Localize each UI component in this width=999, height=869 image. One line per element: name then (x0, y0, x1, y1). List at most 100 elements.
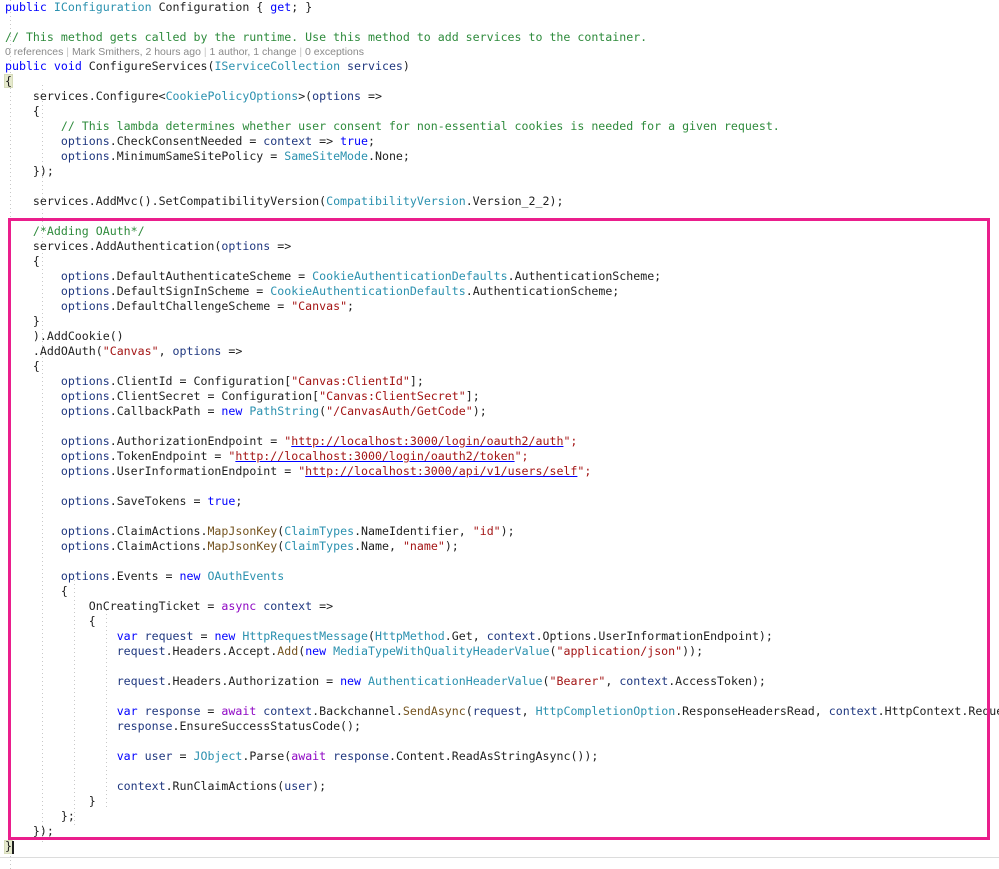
code-line[interactable]: /*Adding OAuth*/ (0, 224, 999, 239)
code-indent (5, 224, 33, 238)
codelens-exceptions[interactable]: 0 exceptions (305, 46, 364, 58)
code-token: ( (368, 629, 375, 643)
code-token: Add (277, 644, 298, 658)
code-line[interactable] (0, 179, 999, 194)
code-line[interactable]: // This method gets called by the runtim… (0, 30, 999, 45)
code-line[interactable]: var user = JObject.Parse(await response.… (0, 749, 999, 764)
code-line[interactable] (0, 419, 999, 434)
code-line[interactable]: options.DefaultAuthenticateScheme = Cook… (0, 269, 999, 284)
code-line[interactable]: options.ClaimActions.MapJsonKey(ClaimTyp… (0, 524, 999, 539)
code-token: OnCreatingTicket = (89, 599, 222, 613)
code-line[interactable] (0, 509, 999, 524)
code-link[interactable]: http://localhost:3000/login/oauth2/token (235, 449, 514, 463)
code-line[interactable]: } (0, 794, 999, 809)
code-line[interactable]: { (0, 584, 999, 599)
code-token: .AccessToken); (668, 674, 766, 688)
code-token: CookiePolicyOptions (166, 89, 299, 103)
code-token: ClaimTypes (284, 524, 354, 538)
code-line[interactable]: options.MinimumSameSitePolicy = SameSite… (0, 149, 999, 164)
code-line[interactable]: options.ClientId = Configuration["Canvas… (0, 374, 999, 389)
code-line[interactable]: { (0, 74, 999, 89)
code-line[interactable] (0, 554, 999, 569)
code-line[interactable]: var request = new HttpRequestMessage(Htt… (0, 629, 999, 644)
code-line[interactable]: options.CheckConsentNeeded = context => … (0, 134, 999, 149)
code-token: }); (33, 824, 54, 838)
code-line[interactable]: { (0, 359, 999, 374)
code-line[interactable] (0, 659, 999, 674)
code-token: = (200, 704, 221, 718)
code-token: .Content.ReadAsStringAsync()); (389, 749, 598, 763)
code-token: ) (403, 59, 410, 73)
code-indent (5, 749, 117, 763)
code-token: options (61, 539, 110, 553)
code-line[interactable] (0, 734, 999, 749)
code-indent (5, 599, 89, 613)
code-line[interactable]: OnCreatingTicket = async context => (0, 599, 999, 614)
code-line[interactable]: request.Headers.Authorization = new Auth… (0, 674, 999, 689)
code-line[interactable]: } (0, 314, 999, 329)
code-token: IConfiguration (54, 0, 159, 14)
code-line[interactable]: var response = await context.Backchannel… (0, 704, 999, 719)
code-line[interactable]: public IConfiguration Configuration { ge… (0, 0, 999, 15)
code-line[interactable]: .AddOAuth("Canvas", options => (0, 344, 999, 359)
code-line[interactable] (0, 209, 999, 224)
codelens-author[interactable]: Mark Smithers, 2 hours ago (72, 46, 201, 58)
code-line[interactable]: options.DefaultChallengeScheme = "Canvas… (0, 299, 999, 314)
code-link[interactable]: http://localhost:3000/login/oauth2/auth (291, 434, 563, 448)
code-line[interactable] (0, 15, 999, 30)
code-line[interactable]: context.RunClaimActions(user); (0, 779, 999, 794)
code-line[interactable]: options.UserInformationEndpoint = "http:… (0, 464, 999, 479)
code-line[interactable] (0, 689, 999, 704)
code-token: response (333, 749, 389, 763)
codelens-bar[interactable]: 0 references | Mark Smithers, 2 hours ag… (0, 45, 999, 59)
code-content[interactable]: public IConfiguration Configuration { ge… (0, 0, 999, 854)
code-line[interactable]: services.AddAuthentication(options => (0, 239, 999, 254)
code-line[interactable]: // This lambda determines whether user c… (0, 119, 999, 134)
code-line[interactable]: services.Configure<CookiePolicyOptions>(… (0, 89, 999, 104)
code-line[interactable]: response.EnsureSuccessStatusCode(); (0, 719, 999, 734)
code-line[interactable]: options.SaveTokens = true; (0, 494, 999, 509)
code-token: options (61, 434, 110, 448)
code-token: .Headers.Authorization = (166, 674, 341, 688)
code-token: ); (501, 524, 515, 538)
code-line[interactable]: options.TokenEndpoint = "http://localhos… (0, 449, 999, 464)
code-indent (5, 389, 61, 403)
code-line[interactable]: }); (0, 824, 999, 839)
code-line[interactable]: { (0, 254, 999, 269)
code-token: => (221, 344, 242, 358)
code-line[interactable]: options.CallbackPath = new PathString("/… (0, 404, 999, 419)
code-line[interactable]: public void ConfigureServices(IServiceCo… (0, 59, 999, 74)
codelens-changes[interactable]: 1 author, 1 change (209, 46, 296, 58)
code-line[interactable]: { (0, 614, 999, 629)
code-line[interactable]: services.AddMvc().SetCompatibilityVersio… (0, 194, 999, 209)
code-line[interactable] (0, 479, 999, 494)
code-token: .Version_2_2); (466, 194, 564, 208)
code-line[interactable]: { (0, 104, 999, 119)
code-line[interactable]: } (0, 839, 999, 854)
code-line[interactable]: options.ClientSecret = Configuration["Ca… (0, 389, 999, 404)
code-line[interactable]: options.AuthorizationEndpoint = "http://… (0, 434, 999, 449)
code-line[interactable]: }; (0, 809, 999, 824)
code-link[interactable]: http://localhost:3000/api/v1/users/self (305, 464, 577, 478)
code-line[interactable]: options.Events = new OAuthEvents (0, 569, 999, 584)
code-line[interactable]: request.Headers.Accept.Add(new MediaType… (0, 644, 999, 659)
code-token: HttpMethod (375, 629, 445, 643)
code-token: .CheckConsentNeeded = (110, 134, 264, 148)
code-token: options (312, 89, 361, 103)
code-editor-surface[interactable]: public IConfiguration Configuration { ge… (0, 0, 999, 869)
code-line[interactable]: options.ClaimActions.MapJsonKey(ClaimTyp… (0, 539, 999, 554)
code-token: = (193, 629, 214, 643)
code-line[interactable]: options.DefaultSignInScheme = CookieAuth… (0, 284, 999, 299)
code-line[interactable]: }); (0, 164, 999, 179)
code-indent (5, 674, 117, 688)
code-indent (5, 314, 33, 328)
code-token: // This lambda determines whether user c… (61, 119, 780, 133)
code-line[interactable]: ).AddCookie() (0, 329, 999, 344)
code-token: /*Adding OAuth*/ (33, 224, 145, 238)
codelens-references[interactable]: 0 references (5, 46, 63, 58)
code-token: options (61, 149, 110, 163)
code-line[interactable] (0, 764, 999, 779)
code-indent (5, 299, 61, 313)
code-indent (5, 449, 61, 463)
code-token: options (61, 299, 110, 313)
